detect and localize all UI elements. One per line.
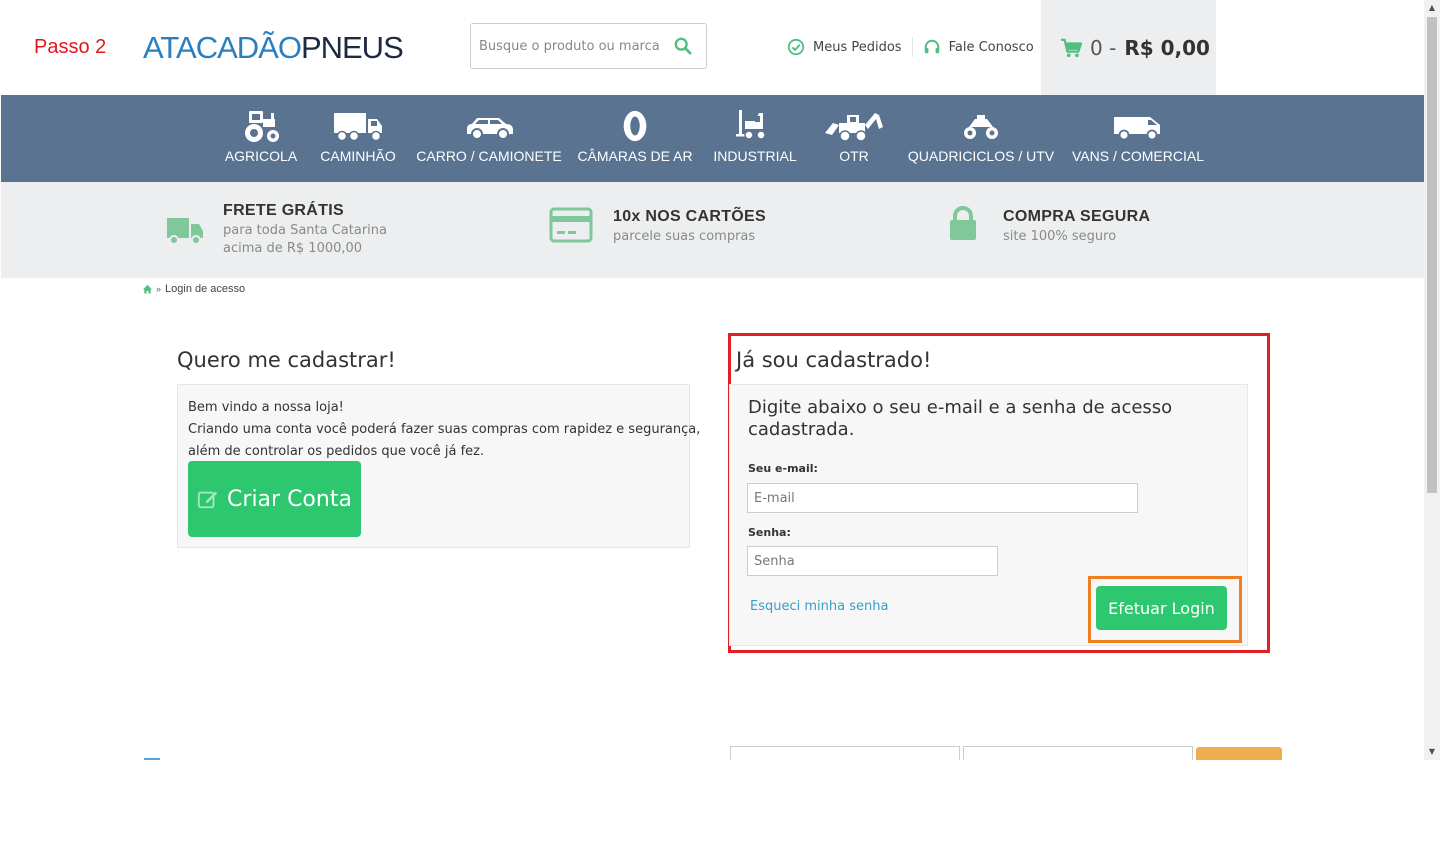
register-title: Quero me cadastrar!	[177, 348, 396, 372]
category-label: VANS / COMERCIAL	[1072, 148, 1204, 164]
step-annotation: Passo 2	[34, 36, 107, 58]
email-label: Seu e-mail:	[748, 462, 818, 475]
category-label: AGRICOLA	[224, 148, 298, 164]
forklift-icon	[736, 110, 766, 140]
car-icon	[467, 118, 513, 140]
benefit-title: COMPRA SEGURA	[1003, 208, 1151, 225]
tractor-icon	[245, 111, 279, 142]
headset-icon	[924, 39, 939, 54]
category-label: CÂMARAS DE AR	[577, 148, 693, 164]
category-nav: AGRICOLA CAMINHÃO CARRO / CAMIONETE CÂMA…	[1, 95, 1424, 182]
search-box	[470, 23, 707, 69]
blank-area	[0, 760, 1440, 860]
link-divider	[911, 37, 913, 57]
category-industrial[interactable]: INDUSTRIAL	[713, 95, 797, 182]
category-label: OTR	[839, 148, 869, 164]
credit-card-icon	[549, 207, 593, 243]
cart-count: 0 -	[1090, 35, 1117, 60]
benefit-title: 10x NOS CARTÕES	[613, 208, 766, 225]
tire-tube-icon	[623, 110, 647, 142]
delivery-truck-icon	[167, 218, 203, 245]
benefit-secure: COMPRA SEGURA site 100% seguro	[947, 182, 1167, 278]
category-vans[interactable]: VANS / COMERCIAL	[1072, 95, 1204, 182]
benefit-line: acima de R$ 1000,00	[223, 241, 363, 256]
create-account-button[interactable]: Criar Conta	[188, 461, 361, 537]
contact-label: Fale Conosco	[948, 39, 1034, 55]
category-label: QUADRICICLOS / UTV	[907, 148, 1055, 164]
edit-icon	[197, 491, 218, 509]
create-account-label: Criar Conta	[227, 486, 352, 512]
lock-icon	[950, 206, 976, 240]
login-button-highlight: Efetuar Login	[1088, 576, 1242, 643]
category-agricola[interactable]: AGRICOLA	[224, 95, 298, 182]
benefit-free-shipping: FRETE GRÁTIS para toda Santa Catarina ac…	[161, 182, 421, 278]
top-links: Meus Pedidos Fale Conosco	[787, 36, 1034, 58]
truck-icon	[334, 113, 382, 142]
category-carro[interactable]: CARRO / CAMIONETE	[416, 95, 562, 182]
email-field[interactable]	[747, 483, 1138, 513]
breadcrumb-current: Login de acesso	[165, 283, 246, 295]
benefit-title: FRETE GRÁTIS	[223, 202, 344, 219]
search-input[interactable]	[479, 32, 665, 60]
check-circle-icon	[787, 38, 805, 56]
scroll-down-arrow-icon[interactable]: ▼	[1424, 744, 1440, 760]
category-caminhao[interactable]: CAMINHÃO	[318, 95, 398, 182]
my-orders-label: Meus Pedidos	[813, 39, 902, 55]
category-quadriciclos[interactable]: QUADRICICLOS / UTV	[907, 95, 1055, 182]
contact-link[interactable]: Fale Conosco	[923, 38, 1034, 56]
benefit-line: site 100% seguro	[1003, 229, 1117, 244]
welcome-line: Bem vindo a nossa loja!	[188, 400, 344, 415]
password-field[interactable]	[747, 546, 998, 576]
breadcrumb-separator: »	[156, 284, 162, 294]
login-intro: Digite abaixo o seu e-mail e a senha de …	[748, 397, 1173, 440]
category-camaras[interactable]: CÂMARAS DE AR	[577, 95, 693, 182]
welcome-line: Criando uma conta você poderá fazer suas…	[188, 422, 701, 437]
van-icon	[1114, 117, 1160, 141]
password-label: Senha:	[748, 526, 791, 539]
atv-icon	[964, 115, 998, 139]
backhoe-icon	[825, 113, 883, 142]
register-panel: Bem vindo a nossa loja! Criando uma cont…	[177, 384, 700, 548]
login-title: Já sou cadastrado!	[736, 348, 932, 372]
category-otr[interactable]: OTR	[818, 95, 890, 182]
scroll-up-arrow-icon[interactable]: ▲	[1424, 0, 1440, 16]
newsletter-name-input[interactable]	[730, 746, 960, 760]
register-description: Bem vindo a nossa loja! Criando uma cont…	[188, 397, 700, 463]
benefit-line: para toda Santa Catarina	[223, 223, 387, 238]
category-label: INDUSTRIAL	[713, 148, 797, 164]
site-logo[interactable]: ATACADÃOPNEUS	[143, 30, 404, 66]
vertical-scrollbar[interactable]: ▲ ▼	[1424, 0, 1440, 760]
scrollbar-thumb[interactable]	[1427, 17, 1437, 493]
category-label: CARRO / CAMIONETE	[416, 148, 562, 164]
breadcrumb: » Login de acesso	[142, 283, 245, 295]
my-orders-link[interactable]: Meus Pedidos	[787, 38, 902, 56]
home-icon[interactable]	[142, 284, 153, 294]
welcome-line: além de controlar os pedidos que você já…	[188, 444, 485, 459]
category-label: CAMINHÃO	[320, 148, 396, 164]
cart-total: R$ 0,00	[1124, 35, 1210, 60]
cart-icon	[1061, 38, 1082, 57]
newsletter-submit-button[interactable]	[1196, 747, 1282, 760]
newsletter-email-input[interactable]	[963, 746, 1193, 760]
page: Passo 2 ATACADÃOPNEUS Meus Pedidos Fale …	[0, 0, 1424, 760]
cart-summary[interactable]: 0 - R$ 0,00	[1041, 0, 1216, 95]
logo-part-2: PNEUS	[300, 30, 404, 65]
benefit-installments: 10x NOS CARTÕES parcele suas compras	[549, 182, 789, 278]
forgot-password-link[interactable]: Esqueci minha senha	[750, 599, 888, 614]
logo-part-1: ATACADÃO	[143, 30, 302, 65]
browser-viewport: Passo 2 ATACADÃOPNEUS Meus Pedidos Fale …	[0, 0, 1440, 760]
login-button[interactable]: Efetuar Login	[1096, 586, 1227, 630]
benefit-line: parcele suas compras	[613, 229, 756, 244]
search-icon[interactable]	[674, 37, 692, 55]
benefits-bar: FRETE GRÁTIS para toda Santa Catarina ac…	[1, 182, 1424, 278]
